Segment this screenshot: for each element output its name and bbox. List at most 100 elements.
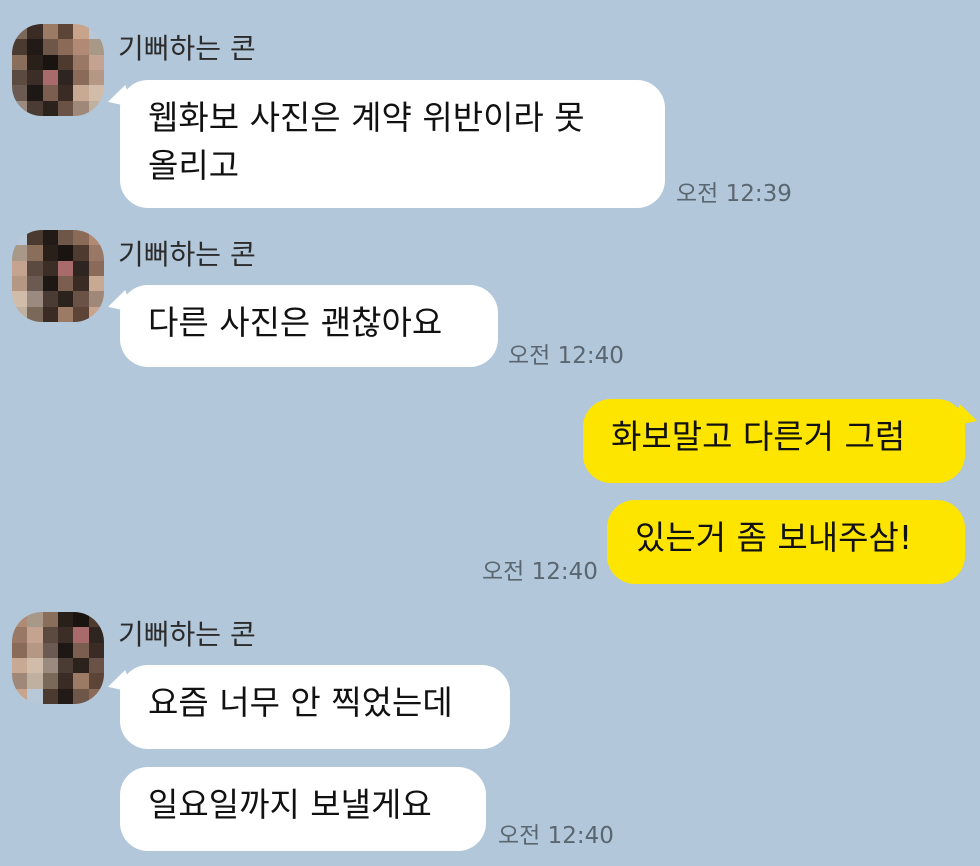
avatar-pixel <box>42 612 58 628</box>
message-time: 오전 12:40 <box>498 823 614 849</box>
sender-name: 기뻐하는 콘 <box>118 32 256 65</box>
avatar-pixel <box>27 291 43 307</box>
avatar-pixel <box>57 24 74 40</box>
avatar-pixel <box>12 657 28 674</box>
avatar-pixel <box>57 657 74 674</box>
avatar-pixel <box>57 612 74 628</box>
avatar-pixel <box>12 291 28 307</box>
avatar-pixel <box>12 69 28 86</box>
avatar-pixel <box>27 39 43 55</box>
avatar-pixel <box>42 245 58 261</box>
avatar-pixel <box>27 673 43 689</box>
avatar-pixel <box>88 39 104 55</box>
avatar-pixel <box>73 85 89 101</box>
avatar-pixel <box>88 673 104 689</box>
avatar-pixel <box>57 260 74 276</box>
avatar-pixel <box>27 245 43 261</box>
avatar-pixel <box>73 260 89 276</box>
avatar-pixel <box>73 230 89 246</box>
message-time: 오전 12:40 <box>482 559 598 585</box>
message-bubble-incoming[interactable]: 다른 사진은 괜찮아요 <box>120 285 498 367</box>
avatar[interactable] <box>12 24 104 116</box>
message-bubble-outgoing[interactable]: 있는거 좀 보내주삼! <box>607 500 965 584</box>
sender-name: 기뻐하는 콘 <box>118 618 256 651</box>
message-bubble-incoming[interactable]: 일요일까지 보낼게요 <box>120 767 486 851</box>
avatar-pixel <box>73 275 89 292</box>
message-text: 요즘 너무 안 찍었는데 <box>148 683 453 722</box>
avatar-pixel <box>73 69 89 86</box>
avatar-pixel <box>73 100 89 116</box>
message-bubble-outgoing[interactable]: 화보말고 다른거 그럼 <box>583 399 965 483</box>
avatar-pixel <box>27 627 43 643</box>
avatar-pixel <box>73 673 89 689</box>
avatar-pixel <box>88 612 104 628</box>
message-line: 올리고 <box>148 146 240 185</box>
avatar-pixel <box>27 657 43 674</box>
avatar-pixel <box>57 39 74 55</box>
avatar-pixel <box>12 230 28 246</box>
avatar-pixel <box>88 69 104 86</box>
message-text: 일요일까지 보낼게요 <box>148 785 432 824</box>
avatar-pixel <box>42 69 58 86</box>
avatar-pixel <box>73 657 89 674</box>
avatar-pixel <box>27 54 43 70</box>
avatar-pixel <box>27 69 43 86</box>
avatar-pixel <box>57 627 74 643</box>
avatar-pixel <box>88 85 104 101</box>
avatar-pixel <box>88 688 104 704</box>
avatar-pixel <box>27 306 43 322</box>
avatar-pixel <box>27 24 43 40</box>
message-text: 다른 사진은 괜찮아요 <box>148 303 443 342</box>
avatar-pixel <box>42 275 58 292</box>
avatar-pixel <box>73 642 89 658</box>
avatar-pixel <box>42 230 58 246</box>
avatar[interactable] <box>12 230 104 322</box>
message-time: 오전 12:39 <box>676 181 792 207</box>
avatar-pixel <box>57 688 74 704</box>
message-bubble-incoming[interactable]: 웹화보 사진은 계약 위반이라 못 올리고 <box>120 80 665 208</box>
avatar-pixel <box>12 260 28 276</box>
avatar-pixel <box>57 100 74 116</box>
avatar-pixel <box>12 39 28 55</box>
avatar-pixel <box>42 306 58 322</box>
avatar-pixel <box>12 673 28 689</box>
avatar-pixel <box>12 54 28 70</box>
avatar-pixel <box>88 245 104 261</box>
avatar-pixel <box>27 85 43 101</box>
message-line: 웹화보 사진은 계약 위반이라 못 <box>148 98 585 137</box>
avatar-pixel <box>27 230 43 246</box>
avatar-pixel <box>27 612 43 628</box>
avatar-pixel <box>27 688 43 704</box>
avatar-pixel <box>12 85 28 101</box>
avatar-pixel <box>57 642 74 658</box>
avatar-pixel <box>42 688 58 704</box>
avatar-pixel <box>73 39 89 55</box>
sender-name: 기뻐하는 콘 <box>118 238 256 271</box>
avatar[interactable] <box>12 612 104 704</box>
avatar-pixel <box>88 260 104 276</box>
message-bubble-incoming[interactable]: 요즘 너무 안 찍었는데 <box>120 665 510 749</box>
avatar-pixel <box>27 275 43 292</box>
avatar-pixel <box>73 245 89 261</box>
avatar-pixel <box>88 54 104 70</box>
avatar-pixel <box>42 657 58 674</box>
avatar-pixel <box>73 291 89 307</box>
avatar-pixel <box>42 85 58 101</box>
avatar-pixel <box>88 291 104 307</box>
avatar-pixel <box>42 260 58 276</box>
avatar-pixel <box>88 275 104 292</box>
avatar-pixel <box>42 642 58 658</box>
avatar-pixel <box>42 100 58 116</box>
avatar-pixel <box>88 642 104 658</box>
avatar-pixel <box>57 54 74 70</box>
avatar-pixel <box>42 39 58 55</box>
avatar-pixel <box>57 291 74 307</box>
avatar-pixel <box>42 291 58 307</box>
avatar-pixel <box>57 275 74 292</box>
avatar-pixel <box>42 673 58 689</box>
avatar-pixel <box>12 245 28 261</box>
avatar-pixel <box>12 275 28 292</box>
avatar-pixel <box>73 24 89 40</box>
avatar-pixel <box>12 642 28 658</box>
avatar-pixel <box>73 54 89 70</box>
